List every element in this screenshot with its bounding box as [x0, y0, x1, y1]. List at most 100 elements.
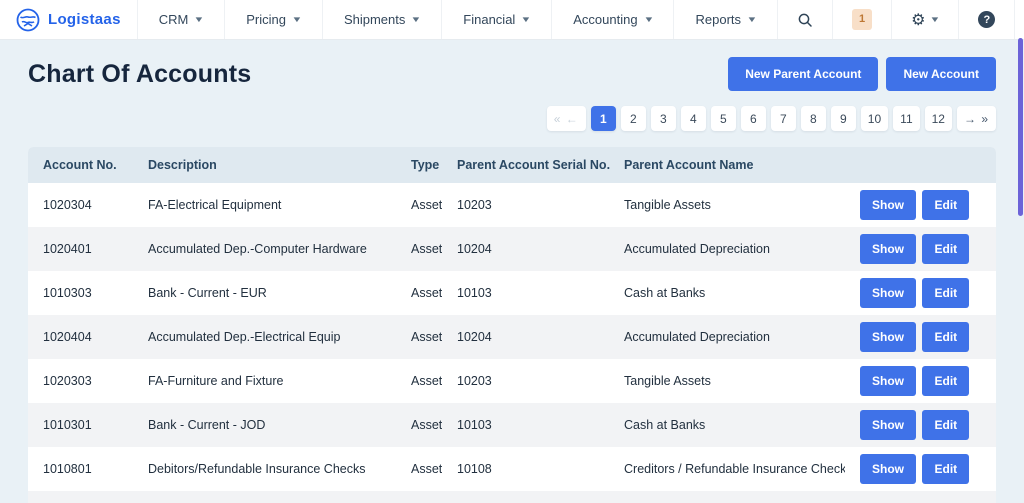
edit-button[interactable]: Edit: [922, 278, 969, 308]
menu-shipments[interactable]: Shipments ▼: [322, 0, 441, 39]
edit-button[interactable]: Edit: [922, 366, 969, 396]
pagination-page-7[interactable]: 7: [771, 106, 796, 131]
notification-badge-cell[interactable]: 1: [832, 0, 891, 39]
navbar-right: 1 ⚙ ▼ ? Mohammed Muhtaseb ▼: [778, 0, 1024, 39]
menu-crm[interactable]: CRM ▼: [137, 0, 225, 39]
cell-parent-serial: 10204: [442, 315, 609, 359]
menu-accounting-label: Accounting: [573, 12, 637, 27]
table-header-row: Account No. Description Type Parent Acco…: [28, 147, 996, 183]
brand-logo[interactable]: Logistaas: [0, 0, 137, 39]
cell-description: Bank - Current - JOD: [133, 403, 396, 447]
cell-parent-serial: 10108: [442, 447, 609, 491]
chevron-down-icon: ▼: [746, 15, 757, 24]
cell-type: Asset: [396, 447, 442, 491]
gear-icon: ⚙: [911, 10, 925, 30]
cell-parent-name: Cash at Banks: [609, 271, 845, 315]
help-icon: ?: [978, 11, 995, 28]
pagination-page-11[interactable]: 11: [893, 106, 919, 131]
pagination-page-8[interactable]: 8: [801, 106, 826, 131]
cell-description: Accumulated Dep.-Electrical Equip: [133, 315, 396, 359]
pagination-page-3[interactable]: 3: [651, 106, 676, 131]
cell-description: Accumulated Dep.-Computer Hardware: [133, 227, 396, 271]
pagination-page-6[interactable]: 6: [741, 106, 766, 131]
edit-button[interactable]: Edit: [922, 410, 969, 440]
search-button[interactable]: [778, 0, 832, 39]
header-account-no: Account No.: [28, 147, 133, 183]
accounts-table: Account No. Description Type Parent Acco…: [28, 147, 996, 491]
pagination-next-button[interactable]: → »: [957, 106, 996, 131]
edit-button[interactable]: Edit: [922, 322, 969, 352]
cell-account-no: 1010301: [28, 403, 133, 447]
edit-button[interactable]: Edit: [922, 190, 969, 220]
cell-type: Asset: [396, 403, 442, 447]
help-button[interactable]: ?: [958, 0, 1014, 39]
menu-financial-label: Financial: [463, 12, 515, 27]
show-button[interactable]: Show: [860, 366, 916, 396]
menu-reports-label: Reports: [695, 12, 741, 27]
cell-type: Asset: [396, 183, 442, 227]
cell-account-no: 1020304: [28, 183, 133, 227]
pagination-page-2[interactable]: 2: [621, 106, 646, 131]
edit-button[interactable]: Edit: [922, 454, 969, 484]
notification-badge[interactable]: 1: [852, 9, 872, 30]
show-button[interactable]: Show: [860, 322, 916, 352]
chevron-down-icon: ▼: [930, 15, 941, 24]
chevron-down-icon: ▼: [643, 15, 654, 24]
cell-description: FA-Electrical Equipment: [133, 183, 396, 227]
cell-account-no: 1020404: [28, 315, 133, 359]
edit-button[interactable]: Edit: [922, 234, 969, 264]
show-button[interactable]: Show: [860, 454, 916, 484]
table-row: 1010801 Debitors/Refundable Insurance Ch…: [28, 447, 996, 491]
menu-financial[interactable]: Financial ▼: [441, 0, 551, 39]
brand-name: Logistaas: [48, 11, 121, 28]
menu-accounting[interactable]: Accounting ▼: [551, 0, 673, 39]
menu-shipments-label: Shipments: [344, 12, 405, 27]
pagination-page-9[interactable]: 9: [831, 106, 856, 131]
new-account-button[interactable]: New Account: [886, 57, 996, 91]
cell-parent-serial: 10204: [442, 227, 609, 271]
page-header: Chart Of Accounts New Parent Account New…: [28, 57, 996, 91]
cell-account-no: 1020401: [28, 227, 133, 271]
header-actions: New Parent Account New Account: [728, 57, 996, 91]
pagination-prev-button[interactable]: « ←: [547, 106, 586, 131]
cell-description: Debitors/Refundable Insurance Checks: [133, 447, 396, 491]
vertical-scrollbar[interactable]: [1018, 38, 1023, 216]
menu-reports[interactable]: Reports ▼: [673, 0, 777, 39]
cell-parent-name: Tangible Assets: [609, 359, 845, 403]
show-button[interactable]: Show: [860, 190, 916, 220]
menu-pricing[interactable]: Pricing ▼: [224, 0, 322, 39]
cell-account-no: 1020303: [28, 359, 133, 403]
cell-type: Asset: [396, 315, 442, 359]
pagination-page-10[interactable]: 10: [861, 106, 888, 131]
show-button[interactable]: Show: [860, 410, 916, 440]
table-row: 1020404 Accumulated Dep.-Electrical Equi…: [28, 315, 996, 359]
pagination: « ← 1 2 3 4 5 6 7 8 9 10 11 12 → »: [28, 106, 996, 131]
pagination-page-1[interactable]: 1: [591, 106, 616, 131]
pagination-page-5[interactable]: 5: [711, 106, 736, 131]
menu-crm-label: CRM: [159, 12, 189, 27]
search-icon: [797, 12, 813, 28]
cell-parent-serial: 10203: [442, 359, 609, 403]
header-description: Description: [133, 147, 396, 183]
pagination-page-4[interactable]: 4: [681, 106, 706, 131]
user-menu[interactable]: Mohammed Muhtaseb ▼: [1014, 0, 1024, 39]
cell-description: Bank - Current - EUR: [133, 271, 396, 315]
show-button[interactable]: Show: [860, 278, 916, 308]
cell-parent-name: Tangible Assets: [609, 183, 845, 227]
menu-pricing-label: Pricing: [246, 12, 286, 27]
cell-parent-serial: 10103: [442, 403, 609, 447]
settings-menu[interactable]: ⚙ ▼: [891, 0, 958, 39]
table-row: 1020304 FA-Electrical Equipment Asset 10…: [28, 183, 996, 227]
cell-type: Asset: [396, 227, 442, 271]
table-row: 1020303 FA-Furniture and Fixture Asset 1…: [28, 359, 996, 403]
main-content: Chart Of Accounts New Parent Account New…: [0, 57, 1024, 503]
cell-account-no: 1010303: [28, 271, 133, 315]
cell-type: Asset: [396, 359, 442, 403]
header-actions: [845, 147, 996, 183]
chevron-down-icon: ▼: [521, 15, 532, 24]
cell-parent-name: Accumulated Depreciation: [609, 227, 845, 271]
next-row-edge: [28, 491, 996, 503]
show-button[interactable]: Show: [860, 234, 916, 264]
pagination-page-12[interactable]: 12: [925, 106, 952, 131]
new-parent-account-button[interactable]: New Parent Account: [728, 57, 878, 91]
